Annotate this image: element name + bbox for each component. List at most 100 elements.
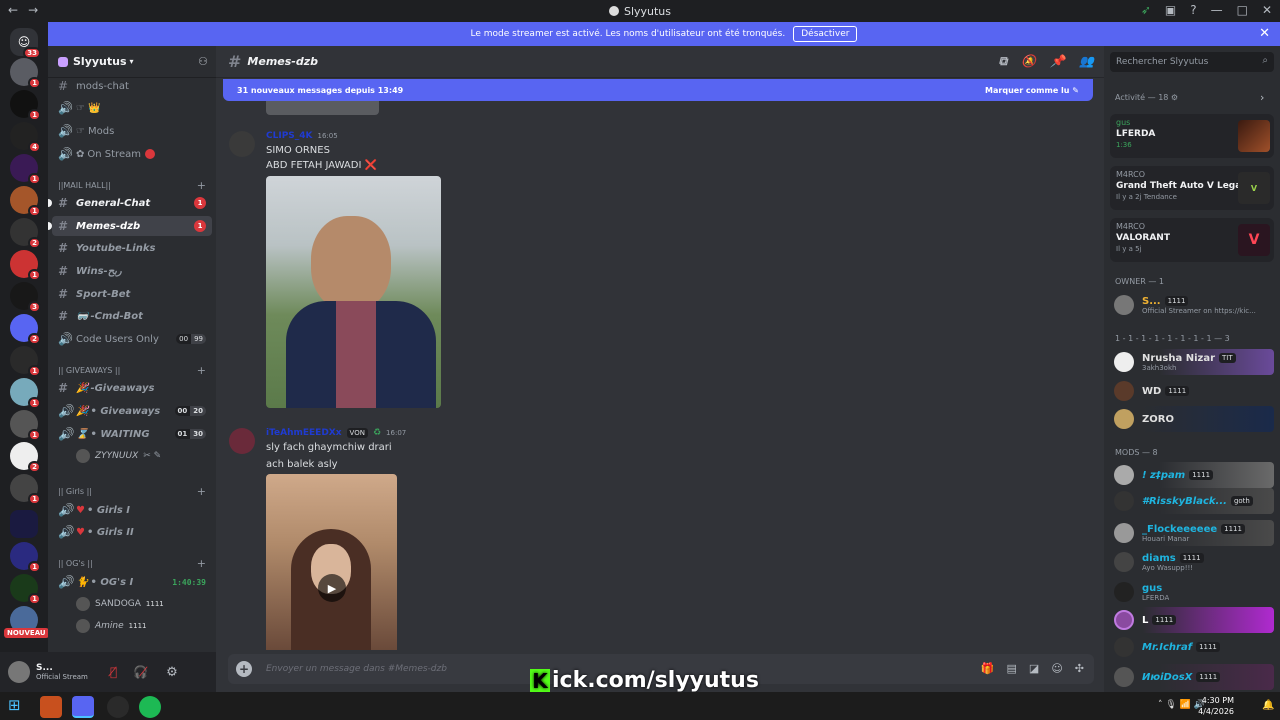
activity-card[interactable]: M4RCO VALORANT Il y a 5j V xyxy=(1110,218,1274,262)
notification-off-icon[interactable]: 🔕 xyxy=(1021,54,1036,69)
channel-voice-ogs[interactable]: 🔊 🐈 • OG's I 1:40:39 xyxy=(52,572,212,592)
back-arrow-icon[interactable]: ← xyxy=(8,3,18,17)
voice-user[interactable]: Amine 1111 xyxy=(76,617,147,635)
channel-voice-crown[interactable]: 🔊 ☞ 👑 xyxy=(52,98,212,118)
category-girls[interactable]: || Girls || + xyxy=(58,484,208,498)
member-item[interactable]: ZORO xyxy=(1110,406,1274,432)
channel-general-chat[interactable]: # General-Chat 1 xyxy=(52,193,212,213)
guild-header[interactable]: Slyyutus ▾ ⚇ xyxy=(48,46,216,78)
activity-title[interactable]: Activité — 18 ⚙ xyxy=(1115,93,1178,102)
channel-sport-bet[interactable]: # Sport-Bet xyxy=(52,284,212,304)
chevron-right-icon[interactable]: › xyxy=(1260,91,1264,104)
channel-mods-chat[interactable]: # mods-chat xyxy=(52,76,212,96)
inbox-icon[interactable]: ▣ xyxy=(1165,3,1176,17)
minimize-icon[interactable]: — xyxy=(1211,3,1223,17)
emoji-icon[interactable]: ☺ xyxy=(1051,662,1062,675)
server-icon[interactable]: 1 xyxy=(10,90,41,121)
member-item[interactable]: S... 1111 Official Streamer on https://kic… xyxy=(1110,292,1274,318)
obs-icon[interactable] xyxy=(107,696,129,718)
pin-icon[interactable]: 📌 xyxy=(1050,54,1065,69)
category-ogs[interactable]: || OG's || + xyxy=(58,556,208,570)
server-icon[interactable]: 1 xyxy=(10,250,41,281)
discord-taskbar-icon[interactable] xyxy=(72,696,94,718)
windows-start-icon[interactable]: ⊞ xyxy=(8,697,24,713)
channel-code-users-only[interactable]: 🔊 Code Users Only 00 99 xyxy=(52,329,212,349)
channel-wins[interactable]: # Wins-ربح xyxy=(52,261,212,281)
add-channel-icon[interactable]: + xyxy=(197,485,206,498)
gift-icon[interactable]: 🎁 xyxy=(981,662,995,675)
mark-read-button[interactable]: Marquer comme lu ✎ xyxy=(985,86,1079,95)
sticker-icon[interactable]: ◪ xyxy=(1029,662,1039,675)
activity-card[interactable]: gus LFERDA 1:36 xyxy=(1110,114,1274,158)
server-icon[interactable]: 1 xyxy=(10,542,41,573)
add-channel-icon[interactable]: + xyxy=(197,179,206,192)
maximize-icon[interactable]: □ xyxy=(1237,3,1248,17)
server-icon[interactable]: 2 xyxy=(10,314,41,345)
server-icon[interactable]: 1 xyxy=(10,346,41,377)
message-image[interactable] xyxy=(266,176,441,408)
server-icon[interactable] xyxy=(10,510,38,538)
close-banner-icon[interactable]: ✕ xyxy=(1259,26,1270,41)
channel-memes-dzb[interactable]: # Memes-dzb 1 xyxy=(52,216,212,236)
activity-card[interactable]: M4RCO Grand Theft Auto V Legacy Il y a 2… xyxy=(1110,166,1274,210)
server-icon[interactable]: 2 xyxy=(10,218,41,249)
clock[interactable]: 4:30 PM 4/4/2026 xyxy=(1198,695,1234,717)
deafen-icon[interactable]: 🎧̸ xyxy=(133,665,148,679)
play-icon[interactable]: ▶ xyxy=(318,574,346,602)
new-messages-bar[interactable]: 31 nouveaux messages depuis 13:49 Marque… xyxy=(223,79,1093,101)
member-item[interactable]: Mr.Ichraf 1111 xyxy=(1110,634,1274,660)
channel-voice-girls-2[interactable]: 🔊 ♥ • Girls II xyxy=(52,522,212,542)
help-icon[interactable]: ? xyxy=(1190,3,1196,17)
apps-icon[interactable]: ✣ xyxy=(1075,662,1084,675)
avatar[interactable] xyxy=(229,428,255,454)
add-channel-icon[interactable]: + xyxy=(197,364,206,377)
category-giveaways[interactable]: || GIVEAWAYS || + xyxy=(58,363,208,377)
update-icon[interactable]: ➶ xyxy=(1141,3,1151,17)
members-icon[interactable]: 👥 xyxy=(1079,54,1094,69)
brave-browser-icon[interactable] xyxy=(40,696,62,718)
server-icon[interactable]: 1 xyxy=(10,186,41,217)
server-icon[interactable]: 1 xyxy=(10,574,41,605)
member-item[interactable]: WD 1111 xyxy=(1110,378,1274,404)
previous-image[interactable] xyxy=(266,101,379,115)
message-author[interactable]: iTeAhmEEEDXx xyxy=(266,428,342,438)
add-member-icon[interactable]: ⚇ xyxy=(198,55,208,68)
channel-voice-mods[interactable]: 🔊 ☞ Mods xyxy=(52,121,212,141)
channel-giveaways[interactable]: # 🎉 -Giveaways xyxy=(52,378,212,398)
gear-icon[interactable]: ⚙ xyxy=(166,665,178,680)
category-mail-hall[interactable]: ||MAIL HALL|| + xyxy=(58,178,208,192)
forward-arrow-icon[interactable]: → xyxy=(28,3,38,17)
avatar[interactable] xyxy=(229,131,255,157)
notification-bell-icon[interactable]: 🔔 xyxy=(1262,700,1274,711)
message-video[interactable]: ▶ xyxy=(266,474,397,650)
close-window-icon[interactable]: ✕ xyxy=(1262,3,1272,17)
message-author[interactable]: CLIPS_4K xyxy=(266,131,313,141)
threads-icon[interactable]: ⧉ xyxy=(999,54,1008,69)
server-icon[interactable]: 1 xyxy=(10,378,41,409)
disable-streamer-button[interactable]: Désactiver xyxy=(793,26,858,42)
server-icon[interactable]: 1 xyxy=(10,410,41,441)
member-item[interactable]: ИюiDosX 1111 xyxy=(1110,664,1274,690)
channel-voice-girls-1[interactable]: 🔊 ♥ • Girls I xyxy=(52,500,212,520)
channel-cmd-bot[interactable]: # 🥽 -Cmd-Bot xyxy=(52,306,212,326)
channel-voice-giveaways[interactable]: 🔊 🎉 • Giveaways 00 20 xyxy=(52,401,212,421)
server-icon[interactable]: 2 xyxy=(10,442,41,473)
voice-user[interactable]: ZYYNUUX ✂ ✎ xyxy=(76,447,161,465)
member-item[interactable]: ! z‡pam 1111 xyxy=(1110,462,1274,488)
mute-mic-icon[interactable]: 🎙̸ xyxy=(110,665,117,679)
server-icon[interactable]: 1 xyxy=(10,58,41,89)
gif-icon[interactable]: ▤ xyxy=(1007,662,1017,675)
add-channel-icon[interactable]: + xyxy=(197,557,206,570)
add-attachment-icon[interactable]: + xyxy=(236,661,252,677)
channel-voice-on-stream[interactable]: 🔊 ✿ On Stream xyxy=(52,144,212,164)
member-item[interactable]: #RisskyBlack... goth xyxy=(1110,488,1274,514)
member-item[interactable]: diams 1111 Ayo Wasupp!!! xyxy=(1110,549,1274,575)
search-input[interactable]: Rechercher Slyyutus ⌕ xyxy=(1110,52,1274,72)
spotify-icon[interactable] xyxy=(139,696,161,718)
voice-user[interactable]: SANDOGA 1111 xyxy=(76,595,164,613)
member-item[interactable]: Nrusha Nizar TIT 3akh3okh xyxy=(1110,349,1274,375)
channel-youtube-links[interactable]: # Youtube-Links xyxy=(52,238,212,258)
server-icon[interactable]: 1 xyxy=(10,474,41,505)
avatar[interactable] xyxy=(8,661,30,683)
channel-voice-waiting[interactable]: 🔊 ⌛ • WAITING 01 30 xyxy=(52,424,212,444)
